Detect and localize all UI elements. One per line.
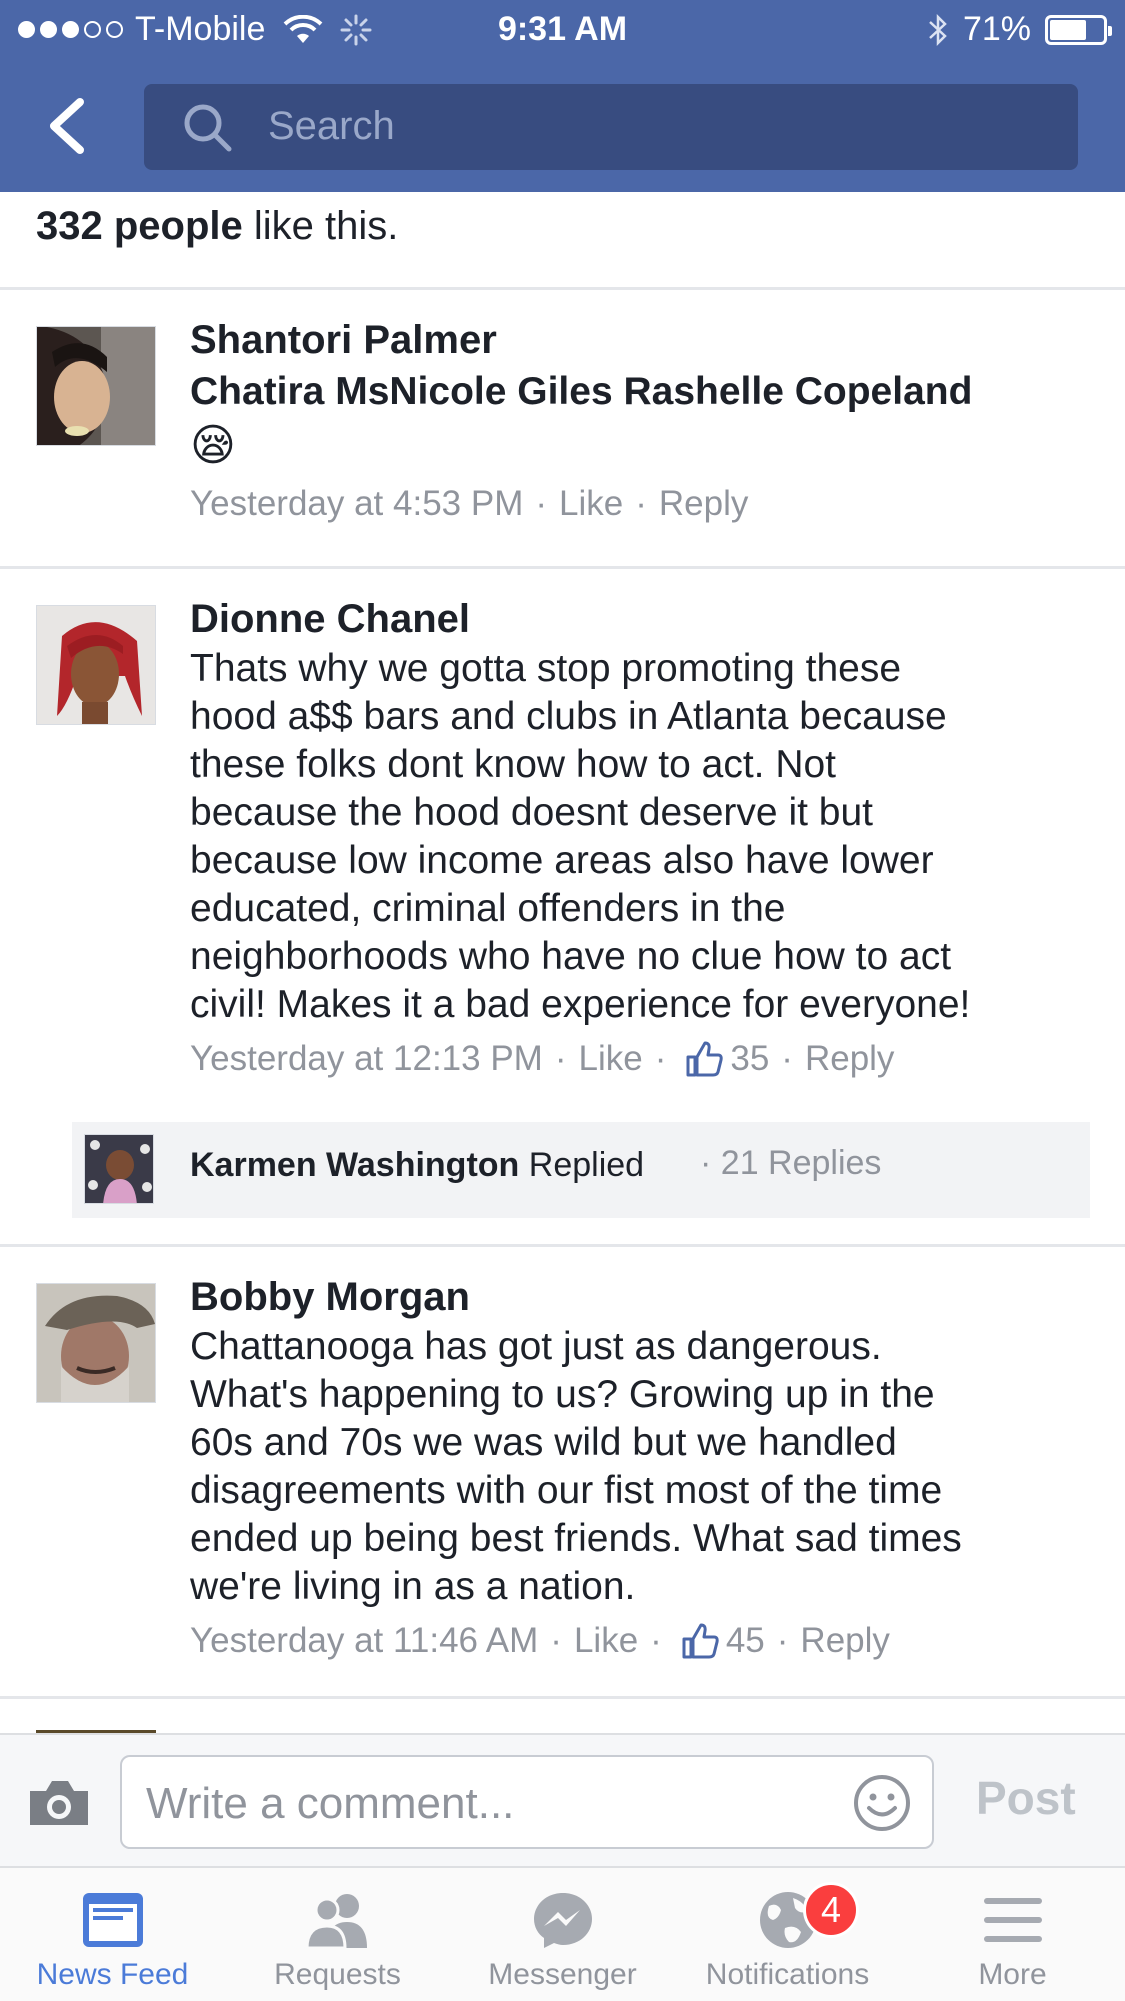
tab-messenger[interactable]: Messenger xyxy=(450,1868,675,2001)
avatar[interactable] xyxy=(36,1283,156,1403)
reply-count-label: 21 Replies xyxy=(720,1144,882,1182)
emoji: 😪 xyxy=(190,421,236,470)
battery-percent: 71% xyxy=(962,10,1031,48)
comment-author[interactable]: Bobby Morgan xyxy=(190,1273,1090,1321)
divider xyxy=(0,1244,1125,1247)
bluetooth-icon xyxy=(929,13,947,46)
reply-count[interactable]: · 21 Replies xyxy=(700,1144,881,1183)
comment-text: Chatira MsNicole Giles Rashelle Copeland xyxy=(190,370,973,413)
thumbs-up-icon xyxy=(686,1041,724,1077)
tab-label: Notifications xyxy=(705,1958,870,1991)
menu-icon xyxy=(984,1898,1042,1942)
like-link[interactable]: Like xyxy=(559,482,623,526)
comment-text-line: What's happening to us? Growing up in th… xyxy=(190,1373,935,1416)
comment-meta: Yesterday at 11:46 AM · Like · 45 · Repl… xyxy=(190,1619,1090,1663)
comment-text: Chattanooga has got just as dangerous. W… xyxy=(190,1323,1090,1611)
comment-text-line: educated, criminal offenders in the xyxy=(190,887,786,930)
comment-input[interactable]: Write a comment... xyxy=(120,1755,934,1849)
comment-text-line: Thats why we gotta stop promoting these xyxy=(190,647,902,690)
tab-more[interactable]: More xyxy=(900,1868,1125,2001)
reply-author-name: Karmen Washington xyxy=(190,1146,520,1184)
comment-text-line: 60s and 70s we was wild but we handled xyxy=(190,1421,897,1464)
comment-text-line: hood a$$ bars and clubs in Atlanta becau… xyxy=(190,695,947,738)
friend-requests-icon xyxy=(305,1894,367,1950)
back-arrow-icon[interactable] xyxy=(40,96,96,156)
comment-text-line: these folks dont know how to act. Not xyxy=(190,743,837,786)
reply-author: Karmen Washington Replied xyxy=(190,1146,644,1185)
comment-meta: Yesterday at 12:13 PM · Like · 35 · Repl… xyxy=(190,1037,1090,1081)
divider xyxy=(0,287,1125,290)
post-button[interactable]: Post xyxy=(976,1771,1076,1825)
comment-author[interactable]: Shantori Palmer xyxy=(190,316,1090,364)
like-link[interactable]: Like xyxy=(578,1037,642,1081)
battery-icon xyxy=(1045,14,1112,45)
top-bar: T-Mobile 9:31 AM 71% Search xyxy=(0,0,1125,192)
like-count[interactable]: 45 xyxy=(726,1619,765,1663)
tab-label: News Feed xyxy=(36,1958,189,1991)
divider xyxy=(0,1696,1125,1699)
comment-text-line: disagreements with our fist most of the … xyxy=(190,1469,943,1512)
comment-timestamp[interactable]: Yesterday at 11:46 AM xyxy=(190,1619,538,1663)
messenger-icon xyxy=(534,1893,592,1948)
tab-notifications[interactable]: 4 Notifications xyxy=(675,1868,900,2001)
reply-action: Replied xyxy=(528,1146,645,1184)
comment-text: Thats why we gotta stop promoting these … xyxy=(190,645,1090,1029)
camera-icon[interactable] xyxy=(26,1777,92,1829)
reply-link[interactable]: Reply xyxy=(659,482,748,526)
comment-author[interactable]: Dionne Chanel xyxy=(190,595,1090,643)
divider xyxy=(0,566,1125,569)
emoji-icon[interactable] xyxy=(852,1773,912,1833)
reply-preview[interactable]: Karmen Washington Replied · 21 Replies xyxy=(72,1122,1090,1218)
tab-requests[interactable]: Requests xyxy=(225,1868,450,2001)
comment-text-line: because low income areas also have lower xyxy=(190,839,934,882)
comment-timestamp[interactable]: Yesterday at 12:13 PM xyxy=(190,1037,543,1081)
comment-composer: Write a comment... Post xyxy=(0,1733,1125,1868)
comment-text-line: civil! Makes it a bad experience for eve… xyxy=(190,983,971,1026)
avatar[interactable] xyxy=(36,326,156,446)
notification-badge: 4 xyxy=(803,1882,859,1938)
thumbs-up-icon xyxy=(682,1623,719,1659)
tab-label: Requests xyxy=(274,1958,401,1991)
likes-summary[interactable]: 332 people like this. xyxy=(36,204,398,249)
status-bar: T-Mobile 9:31 AM 71% xyxy=(0,0,1125,64)
comment-text-line: because the hood doesnt deserve it but xyxy=(190,791,873,834)
tab-bar: News Feed Requests Messenger 4 Notificat… xyxy=(0,1868,1125,2001)
comment-placeholder: Write a comment... xyxy=(146,1779,515,1828)
tab-news-feed[interactable]: News Feed xyxy=(0,1868,225,2001)
reply-link[interactable]: Reply xyxy=(800,1619,889,1663)
likes-count: 332 people xyxy=(36,204,243,248)
comment-text-line: we're living in as a nation. xyxy=(190,1565,636,1608)
like-link[interactable]: Like xyxy=(574,1619,638,1663)
search-placeholder: Search xyxy=(268,104,395,148)
comment-meta: Yesterday at 4:53 PM · Like · Reply xyxy=(190,482,1090,526)
search-bar[interactable]: Search xyxy=(144,84,1078,170)
comment-text-line: Chattanooga has got just as dangerous. xyxy=(190,1325,882,1368)
tab-label: Messenger xyxy=(488,1958,637,1991)
reply-link[interactable]: Reply xyxy=(805,1037,894,1081)
search-icon xyxy=(184,104,232,152)
comment-timestamp[interactable]: Yesterday at 4:53 PM xyxy=(190,482,523,526)
tab-label: More xyxy=(978,1958,1047,1991)
likes-suffix: like this. xyxy=(242,204,399,248)
news-feed-icon xyxy=(83,1893,143,1947)
comment-text-line: neighborhoods who have no clue how to ac… xyxy=(190,935,952,978)
comment-text-line: ended up being best friends. What sad ti… xyxy=(190,1517,962,1560)
like-count[interactable]: 35 xyxy=(730,1037,769,1081)
avatar xyxy=(84,1134,154,1204)
avatar[interactable] xyxy=(36,605,156,725)
